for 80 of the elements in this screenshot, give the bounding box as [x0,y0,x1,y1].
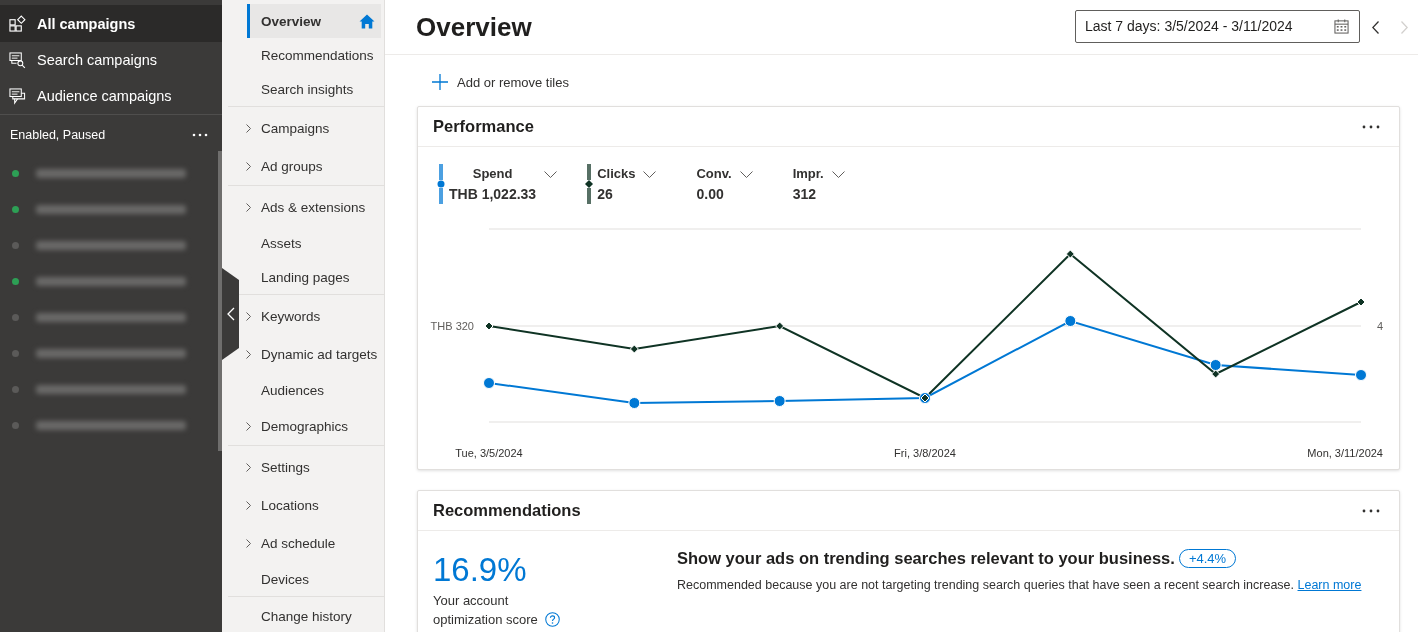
sidebar-item[interactable]: Search campaigns [0,42,222,78]
nav-item[interactable]: Ad groups [240,147,381,185]
nav-item[interactable]: Locations [240,486,381,524]
metric-value: THB 1,022.33 [449,186,537,203]
chevron-right-icon [245,538,251,548]
score-label: Your account optimization score [433,593,538,627]
calendar-icon [1334,18,1349,34]
metric-value: 0.00 [696,186,725,203]
search-list-icon [9,51,26,69]
more-options-icon [1362,508,1380,513]
add-or-remove-tiles-button[interactable]: Add or remove tiles [430,72,571,92]
metric-label: Impr. [792,165,824,181]
nav-item[interactable]: Search insights [240,72,381,106]
chat-stack-icon [9,87,26,105]
nav-item[interactable]: Change history [240,599,381,632]
clicks-point [484,321,494,331]
scrollbar[interactable] [218,151,222,451]
nav-item[interactable]: Ads & extensions [240,188,381,226]
nav-item[interactable]: Devices [240,562,381,596]
nav-item[interactable]: Assets [240,226,381,260]
clicks-point [1065,249,1075,259]
help-icon[interactable] [545,612,561,627]
date-range-picker[interactable]: Last 7 days: 3/5/2024 - 3/11/2024 [1075,9,1360,43]
card-title: Recommendations [433,501,581,520]
spend-point [1209,359,1222,371]
clicks-point [629,344,639,354]
metric-value: 312 [792,186,817,203]
nav-item[interactable]: Dynamic ad targets [240,335,381,373]
nav-item[interactable]: Audiences [240,373,381,407]
chevron-down-icon[interactable] [544,171,558,179]
chevron-right-icon [245,462,251,472]
chevron-left-icon [226,307,235,321]
chevron-down-icon[interactable] [739,171,753,179]
spend-point [628,397,641,409]
clicks-point [1211,369,1221,379]
recommendation-title: Show your ads on trending searches relevant to your business. [677,549,1175,568]
chevron-right-icon [245,349,251,359]
chevron-right-icon [245,202,251,212]
optimization-score: 16.9% [433,551,528,589]
sidebar-item[interactable]: All campaigns [0,5,222,42]
learn-more-link[interactable]: Learn more [1297,578,1362,592]
plus-icon [432,74,448,90]
metric-label: Clicks [597,165,636,181]
chevron-right-icon [245,123,251,133]
more-options-icon [192,133,208,137]
metric-label: Conv. [696,165,732,181]
spend-point [1355,369,1367,381]
page-title: Overview [416,11,532,43]
overlapping-point [919,392,931,404]
x-axis-label: Fri, 3/8/2024 [894,447,956,459]
nav-item[interactable]: Demographics [240,407,381,445]
x-axis-label: Mon, 3/11/2024 [1307,447,1383,459]
chevron-right-icon [245,311,251,321]
nav-item[interactable]: Campaigns [240,109,381,147]
clicks-point [1356,297,1366,307]
clicks-point [775,321,785,331]
grid-icon [9,15,26,32]
nav-item[interactable]: Recommendations [240,38,381,72]
chevron-down-icon[interactable] [831,171,845,179]
card-title: Performance [433,117,534,136]
spend-point [483,377,495,389]
chevron-right-icon [245,161,251,171]
y-axis-label: THB 320 [430,320,474,332]
chevron-down-icon[interactable] [643,171,657,179]
metric-value: 26 [597,186,614,203]
recommendation-description: Recommended because you are not targeting trending search queries that have seen a recent search increase. Learn more [677,578,1363,592]
y-axis-label: 4 [1377,320,1384,332]
spend-point [1064,315,1077,327]
metric-label: Spend [471,165,514,181]
more-options-icon [1362,124,1380,129]
spend-point [773,395,786,407]
chevron-right-icon [245,500,251,510]
nav-item[interactable]: Settings [240,448,381,486]
sidebar-item[interactable]: Audience campaigns [0,78,222,114]
chevron-right-icon [245,421,251,431]
status-filter-label: Enabled, Paused [10,128,106,142]
nav-item[interactable]: Landing pages [240,260,381,294]
nav-item[interactable]: Ad schedule [240,524,381,562]
nav-item[interactable]: Keywords [240,297,381,335]
x-axis-label: Tue, 3/5/2024 [455,447,523,459]
